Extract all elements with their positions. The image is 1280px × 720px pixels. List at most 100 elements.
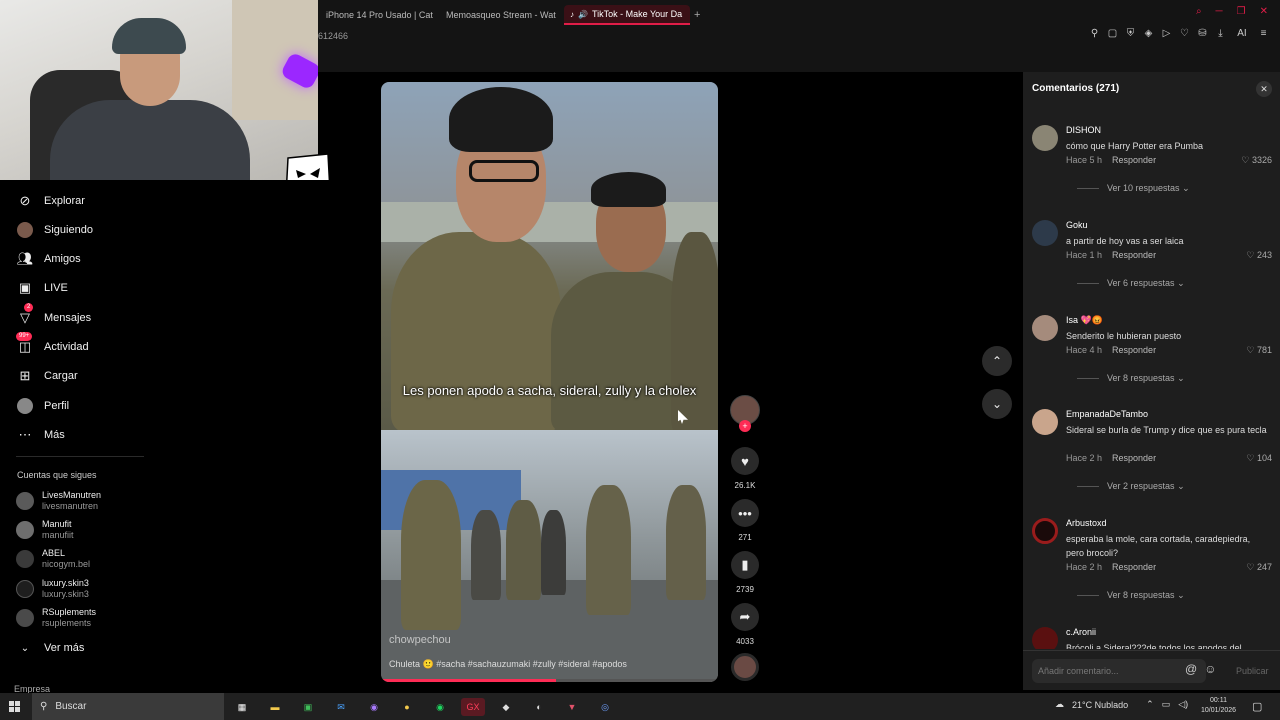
play-icon[interactable]: ▷	[1160, 28, 1173, 39]
cube-icon[interactable]: ◈	[1142, 28, 1155, 39]
discord-icon[interactable]: ◉	[362, 698, 386, 716]
comment-like-button[interactable]: ♡ 243	[1246, 250, 1272, 261]
next-video-button[interactable]: ⌄	[982, 389, 1012, 419]
close-icon[interactable]: ✕	[1260, 6, 1268, 17]
obs-icon[interactable]: ◐	[527, 698, 551, 716]
soldier-figure	[671, 232, 718, 432]
download-icon[interactable]: ⤓	[1214, 28, 1227, 39]
heart-icon[interactable]: ♡	[1178, 28, 1191, 39]
speaker-icon[interactable]: 🔊	[578, 10, 588, 19]
avatar[interactable]	[1032, 125, 1058, 151]
comment-like-button[interactable]: ♡ 247	[1246, 562, 1272, 573]
sidebar-item-cargar[interactable]: ⊞ Cargar	[16, 365, 78, 387]
following-item[interactable]: RSuplements rsuplements	[16, 607, 96, 629]
following-item[interactable]: luxury.skin3 luxury.skin3	[16, 578, 89, 600]
reply-button[interactable]: Responder	[1112, 155, 1156, 165]
share-button[interactable]: ➦	[731, 603, 759, 631]
publish-button[interactable]: Publicar	[1236, 666, 1269, 676]
follow-plus-icon[interactable]: +	[739, 420, 751, 432]
weather-label[interactable]: 21°C Nublado	[1072, 700, 1128, 710]
video-player[interactable]: Les ponen apodo a sacha, sideral, zully …	[381, 82, 718, 682]
view-replies-button[interactable]: Ver 8 respuestas ⌄	[1077, 373, 1185, 384]
sidebar-item-actividad[interactable]: ◫ 99+ Actividad	[16, 332, 89, 358]
url-fragment[interactable]: 612466	[318, 31, 348, 41]
shield-icon[interactable]: ⛨	[1124, 28, 1137, 39]
view-replies-button[interactable]: Ver 10 respuestas ⌄	[1077, 183, 1190, 194]
video-description[interactable]: Chuleta 🙂 #sacha #sachauzumaki #zully #s…	[389, 659, 627, 670]
notification-icon[interactable]: ▢	[1252, 700, 1262, 713]
sidebar-item-mensajes[interactable]: ▽ 2 Mensajes	[16, 303, 91, 329]
view-replies-button[interactable]: Ver 6 respuestas ⌄	[1077, 278, 1185, 289]
comment-user[interactable]: Isa 💖😡	[1066, 315, 1103, 326]
opera-gx-icon[interactable]: GX	[461, 698, 485, 716]
view-replies-button[interactable]: Ver 8 respuestas ⌄	[1077, 590, 1185, 601]
sidebar-item-explorar[interactable]: ⊘ Explorar	[16, 190, 85, 212]
mail-icon[interactable]: ✉	[329, 698, 353, 716]
avatar[interactable]	[1032, 409, 1058, 435]
following-item[interactable]: ABEL nicogym.bel	[16, 548, 90, 570]
sidebar-item-siguiendo[interactable]: Siguiendo	[16, 219, 93, 241]
comment-input[interactable]: Añadir comentario...	[1032, 659, 1206, 683]
sidebar-item-live[interactable]: ▣ LIVE	[16, 277, 68, 299]
layers-icon[interactable]: ◆	[494, 698, 518, 716]
comment-like-button[interactable]: ♡ 3326	[1241, 155, 1272, 166]
avatar[interactable]	[1032, 627, 1058, 649]
app-q-icon[interactable]: ◎	[593, 698, 617, 716]
soldier-figure	[586, 485, 631, 615]
comment-button[interactable]: •••	[731, 499, 759, 527]
sidebar-item-perfil[interactable]: Perfil	[16, 395, 69, 417]
ai-button[interactable]: AI	[1232, 28, 1252, 39]
comment-user[interactable]: EmpanadaDeTambo	[1066, 409, 1148, 419]
tab-memoasqueo[interactable]: Memoasqueo Stream - Wat	[436, 5, 558, 25]
clock[interactable]: 00:11 10/01/2026	[1201, 696, 1236, 716]
sidebar-item-mas[interactable]: ⋯ Más	[16, 424, 65, 446]
taskbar-search[interactable]: ⚲ Buscar	[32, 693, 224, 720]
store-icon[interactable]: ▣	[296, 698, 320, 716]
folder-icon[interactable]: ●	[395, 698, 419, 716]
wallet-icon[interactable]: ⛁	[1196, 28, 1209, 39]
plus-icon[interactable]: +	[694, 9, 700, 21]
speaker-icon[interactable]: ◁)	[1178, 699, 1188, 710]
avatar[interactable]	[1032, 220, 1058, 246]
tab-iphone[interactable]: iPhone 14 Pro Usado | Cat	[316, 5, 434, 25]
minimize-icon[interactable]: ─	[1216, 6, 1223, 17]
comment-like-button[interactable]: ♡ 781	[1246, 345, 1272, 356]
file-explorer-icon[interactable]: ▬	[263, 698, 287, 716]
pin-icon[interactable]: ⚲	[1088, 28, 1101, 39]
app-v-icon[interactable]: ▼	[560, 698, 584, 716]
save-button[interactable]: ▮	[731, 551, 759, 579]
network-icon[interactable]: ▭	[1162, 699, 1171, 710]
spotify-icon[interactable]: ◉	[428, 698, 452, 716]
reply-button[interactable]: Responder	[1112, 562, 1156, 572]
sidebar-item-amigos[interactable]: 👥︎ Amigos	[16, 248, 81, 270]
following-item[interactable]: LivesManutren livesmanutren	[16, 490, 101, 512]
previous-video-button[interactable]: ⌃	[982, 346, 1012, 376]
chevron-up-icon[interactable]: ⌃	[1146, 699, 1154, 710]
menu-icon[interactable]: ≡	[1257, 28, 1270, 39]
mention-icon[interactable]: @	[1185, 662, 1197, 676]
avatar[interactable]	[1032, 315, 1058, 341]
reply-button[interactable]: Responder	[1112, 345, 1156, 355]
comment-user[interactable]: Arbustoxd	[1066, 518, 1107, 528]
reply-button[interactable]: Responder	[1112, 250, 1156, 260]
search-icon[interactable]: ⌕	[1196, 6, 1202, 17]
close-comments-button[interactable]: ✕	[1256, 81, 1272, 97]
video-progress-bar[interactable]	[381, 679, 718, 682]
like-button[interactable]: ♥	[731, 447, 759, 475]
reply-button[interactable]: Responder	[1112, 453, 1156, 463]
task-view-icon[interactable]: ▦	[230, 698, 254, 716]
emoji-icon[interactable]: ☺	[1204, 662, 1216, 676]
tab-tiktok[interactable]: ♪ 🔊 TikTok - Make Your Da	[564, 5, 690, 25]
windows-start-icon[interactable]	[9, 701, 20, 712]
comment-user[interactable]: Goku	[1066, 220, 1088, 230]
comment-like-button[interactable]: ♡ 104	[1246, 453, 1272, 464]
screenshot-icon[interactable]: ▢	[1106, 28, 1119, 39]
comment-user[interactable]: DISHON	[1066, 125, 1101, 135]
see-more-button[interactable]: ⌄ Ver más	[16, 637, 85, 659]
avatar[interactable]	[1032, 518, 1058, 544]
music-disc-icon[interactable]	[731, 653, 759, 681]
comment-user[interactable]: c.Aronii	[1066, 627, 1096, 637]
following-item[interactable]: Manufit manufiit	[16, 519, 74, 541]
maximize-icon[interactable]: ❐	[1237, 6, 1246, 17]
view-replies-button[interactable]: Ver 2 respuestas ⌄	[1077, 481, 1185, 492]
